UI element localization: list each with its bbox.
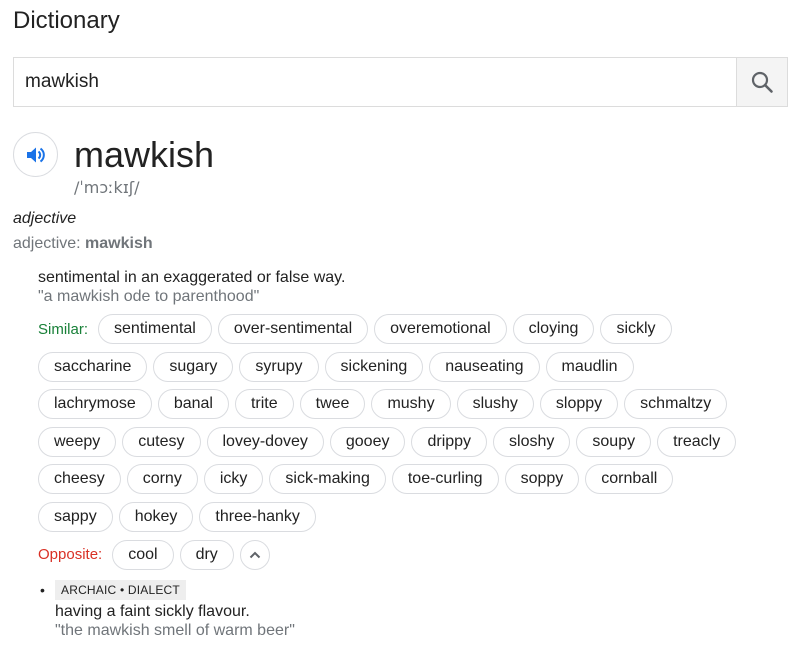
synonym-chip[interactable]: sick-making	[269, 464, 386, 495]
synonym-chip[interactable]: cheesy	[38, 464, 121, 495]
chevron-up-icon	[249, 551, 261, 558]
synonym-chip[interactable]: weepy	[38, 426, 117, 457]
synonym-row: weepy cutesy lovey-dovey gooey drippy sl…	[38, 426, 778, 457]
synonym-row: sappy hokey three-hanky	[38, 501, 778, 532]
example-2: "the mawkish smell of warm beer"	[55, 622, 295, 639]
phonetic-spelling: /ˈmɔːkɪʃ/	[74, 178, 140, 197]
search-input[interactable]	[14, 58, 736, 106]
synonym-row: lachrymose banal trite twee mushy slushy…	[38, 389, 778, 420]
word-form-prefix: adjective:	[13, 235, 86, 252]
synonym-chip[interactable]: soppy	[504, 464, 580, 495]
definition-1: sentimental in an exaggerated or false w…	[38, 269, 346, 286]
search-button[interactable]	[736, 58, 787, 106]
synonym-chip[interactable]: corny	[126, 464, 198, 495]
synonym-chip[interactable]: mushy	[371, 389, 451, 420]
synonym-chip[interactable]: schmaltzy	[624, 389, 728, 420]
synonym-chip[interactable]: slushy	[456, 389, 534, 420]
synonym-chip[interactable]: sloppy	[539, 389, 619, 420]
synonyms-section: Similar: sentimental over-sentimental ov…	[38, 314, 778, 577]
word-form: adjective: mawkish	[13, 235, 153, 253]
synonym-chip[interactable]: sugary	[153, 351, 234, 382]
synonym-chip[interactable]: overemotional	[374, 314, 507, 344]
synonym-chip[interactable]: three-hanky	[199, 501, 316, 532]
synonym-row: cheesy corny icky sick-making toe-curlin…	[38, 464, 778, 495]
part-of-speech: adjective	[13, 210, 77, 227]
synonym-chip[interactable]: sentimental	[98, 314, 212, 344]
usage-tag: ARCHAIC • DIALECT	[55, 580, 186, 600]
synonym-chip[interactable]: sickening	[324, 351, 424, 382]
synonym-chip[interactable]: sappy	[38, 501, 113, 532]
synonym-chip[interactable]: soupy	[576, 426, 652, 457]
pronunciation-button[interactable]	[13, 132, 58, 177]
synonym-chip[interactable]: icky	[203, 464, 264, 495]
synonym-chip[interactable]: saccharine	[38, 351, 148, 382]
synonym-chip[interactable]: maudlin	[545, 351, 634, 382]
synonym-chip[interactable]: lovey-dovey	[206, 426, 324, 457]
word-form-word: mawkish	[85, 235, 153, 252]
synonym-chip[interactable]: twee	[299, 389, 366, 420]
synonym-chip[interactable]: nauseating	[429, 351, 540, 382]
synonym-chip[interactable]: trite	[234, 389, 294, 420]
collapse-synonyms-button[interactable]	[239, 539, 270, 570]
bullet-marker: •	[40, 582, 45, 598]
synonym-chip[interactable]: hokey	[118, 501, 194, 532]
antonym-chip[interactable]: dry	[179, 539, 234, 570]
search-icon	[751, 71, 773, 93]
similar-row: Similar: sentimental over-sentimental ov…	[38, 314, 778, 344]
synonym-chip[interactable]: cutesy	[122, 426, 201, 457]
synonym-chip[interactable]: sickly	[600, 314, 672, 344]
similar-label: Similar:	[38, 320, 89, 338]
page-title: Dictionary	[13, 7, 120, 34]
synonym-chip[interactable]: cloying	[512, 314, 595, 344]
synonym-chip[interactable]: lachrymose	[38, 389, 152, 420]
synonym-chip[interactable]: sloshy	[493, 426, 571, 457]
search-box	[13, 57, 788, 107]
synonym-chip[interactable]: toe-curling	[391, 464, 499, 495]
opposite-label: Opposite:	[38, 546, 103, 564]
synonym-chip[interactable]: over-sentimental	[217, 314, 369, 344]
opposite-row: Opposite: cool dry	[38, 539, 778, 570]
synonym-chip[interactable]: cornball	[585, 464, 674, 495]
antonym-chip[interactable]: cool	[112, 539, 174, 570]
speaker-icon	[26, 147, 45, 162]
example-1: "a mawkish ode to parenthood"	[38, 288, 260, 305]
definition-2: having a faint sickly flavour.	[55, 603, 250, 620]
headword: mawkish	[74, 134, 215, 175]
synonym-chip[interactable]: syrupy	[239, 351, 319, 382]
synonym-chip[interactable]: gooey	[329, 426, 406, 457]
synonym-chip[interactable]: banal	[157, 389, 229, 420]
synonym-chip[interactable]: drippy	[411, 426, 488, 457]
synonym-chip[interactable]: treacly	[657, 426, 737, 457]
synonym-row: saccharine sugary syrupy sickening nause…	[38, 351, 778, 382]
